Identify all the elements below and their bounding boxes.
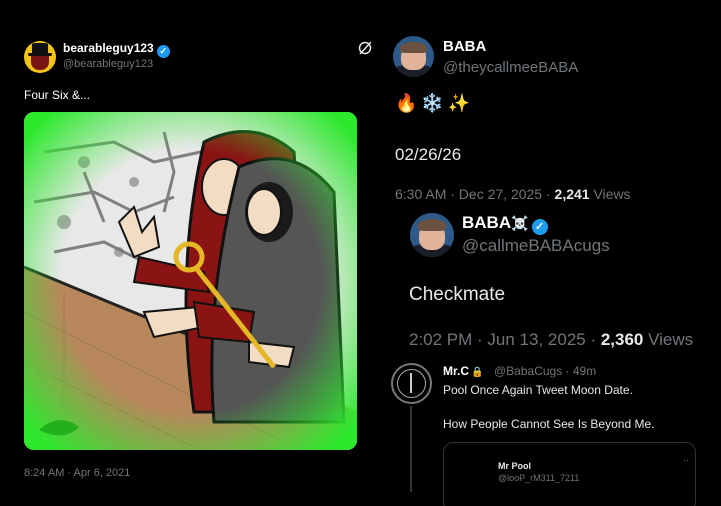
lock-icon: 🔒	[471, 367, 484, 378]
quoted-handle[interactable]: @callmeBABAcugs	[462, 236, 610, 256]
reply-text-line: Pool Once Again Tweet Moon Date.	[443, 383, 633, 397]
display-name[interactable]: bearableguy123 ✓	[63, 41, 170, 58]
handle[interactable]: @theycallmeeBABA	[443, 59, 578, 76]
timestamp[interactable]: 8:24 AM · Apr 6, 2021	[24, 467, 130, 479]
avatar[interactable]	[393, 36, 434, 77]
quoted-card[interactable]: Mr Pool @looP_rM311_7211 ··	[443, 442, 696, 506]
card-handle: @looP_rM311_7211	[498, 473, 580, 483]
avatar[interactable]	[24, 41, 56, 73]
views-label: Views	[589, 186, 631, 202]
view-count: 2,241	[554, 186, 590, 202]
quoted-tweet-text: Checkmate	[409, 284, 506, 305]
reply-display-name-text[interactable]: Mr.C	[443, 364, 469, 378]
verified-badge-icon: ✓	[531, 219, 548, 235]
quoted-tweet-meta[interactable]: 2:02 PM · Jun 13, 2025 · 2,360 Views	[409, 330, 693, 350]
display-name-text[interactable]: bearableguy123	[63, 41, 154, 55]
tweet-text: Four Six &...	[24, 88, 91, 102]
tweet-emojis: 🔥❄️✨	[395, 93, 475, 113]
quoted-display-name-text[interactable]: BABA	[462, 213, 511, 232]
reply-handle-time[interactable]: @BabaCugs · 49m	[494, 364, 596, 378]
timestamp[interactable]: 2:02 PM · Jun 13, 2025 ·	[409, 330, 601, 349]
handle[interactable]: @bearableguy123	[63, 58, 153, 70]
quoted-avatar[interactable]	[410, 213, 454, 257]
more-icon[interactable]: ··	[683, 455, 689, 465]
tweet-meta[interactable]: 6:30 AM · Dec 27, 2025 · 2,241 Views	[395, 186, 631, 202]
verified-badge-icon: ✓	[156, 45, 170, 58]
grok-icon[interactable]	[357, 40, 373, 56]
views-label: Views	[643, 330, 694, 349]
skull-emoji: ☠️	[511, 215, 529, 231]
thread-line	[410, 406, 412, 492]
quoted-display-name[interactable]: BABA☠️ ✓	[462, 213, 548, 235]
tweet-text: 02/26/26	[395, 145, 462, 164]
view-count: 2,360	[600, 330, 644, 349]
reply-display-name[interactable]: Mr.C 🔒	[443, 364, 483, 378]
display-name[interactable]: BABA	[443, 38, 486, 55]
reply-avatar[interactable]	[391, 363, 432, 404]
tweet-image[interactable]	[24, 112, 357, 450]
timestamp[interactable]: 6:30 AM · Dec 27, 2025 ·	[395, 186, 555, 202]
reply-text-line: How People Cannot See Is Beyond Me.	[443, 417, 655, 431]
left-tweet: bearableguy123 ✓ @bearableguy123 Four Six…	[0, 0, 380, 506]
cartoon-illustration	[24, 112, 357, 450]
card-display-name: Mr Pool	[498, 461, 531, 471]
